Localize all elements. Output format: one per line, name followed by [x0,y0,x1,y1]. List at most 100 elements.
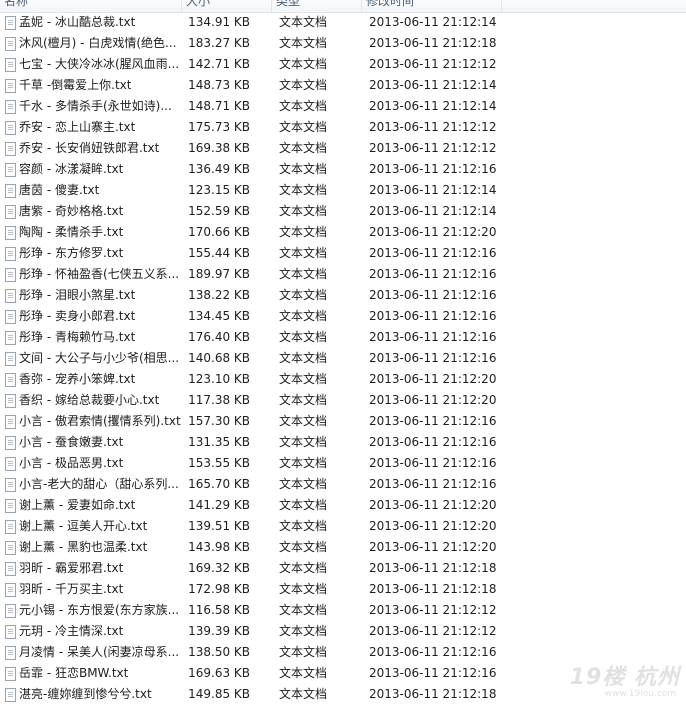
file-name-cell[interactable]: 容颜 - 冰漾凝眸.txt [0,159,182,180]
file-name[interactable]: 月凌情 - 呆美人(闲妻凉母系... [19,642,179,663]
file-name-cell[interactable]: 乔安 - 恋上山寨主.txt [0,117,182,138]
file-name[interactable]: 彤琤 - 卖身小郎君.txt [19,306,135,327]
file-row[interactable]: 小言 - 极品恶男.txt 153.55 KB 文本文档 2013-06-11 21:… [0,453,686,474]
file-row[interactable]: 彤琤 - 东方修罗.txt 155.44 KB 文本文档 2013-06-11 21:… [0,243,686,264]
file-row[interactable]: 湛亮-缠妳缠到惨兮兮.txt 149.85 KB 文本文档 2013-06-11 21… [0,684,686,705]
file-name[interactable]: 七宝 - 大侠冷冰冰(腥风血雨... [19,54,179,75]
file-name-cell[interactable]: 小言 - 蚕食嫩妻.txt [0,432,182,453]
file-row[interactable]: 沐风(檀月) - 白虎戏情(绝色... 183.27 KB 文本文档 2013-06-… [0,33,686,54]
file-row[interactable]: 乔安 - 长安俏妞铁郎君.txt 169.38 KB 文本文档 2013-06-11 … [0,138,686,159]
file-name[interactable]: 乔安 - 恋上山寨主.txt [19,117,135,138]
column-header-name[interactable]: 名称 [0,0,182,12]
file-name-cell[interactable]: 彤琤 - 东方修罗.txt [0,243,182,264]
file-name-cell[interactable]: 陶陶 - 柔情杀手.txt [0,222,182,243]
file-name[interactable]: 小言 - 蚕食嫩妻.txt [19,432,123,453]
file-name-cell[interactable]: 小言 - 傲君索情(攫情系列).txt [0,411,182,432]
file-row[interactable]: 小言-老大的甜心（甜心系列... 165.70 KB 文本文档 2013-06-11 … [0,474,686,495]
file-name-cell[interactable]: 彤琤 - 怀袖盈香(七侠五义系... [0,264,182,285]
file-name-cell[interactable]: 元玥 - 冷主情深.txt [0,621,182,642]
file-name-cell[interactable]: 羽昕 - 霸爱邪君.txt [0,558,182,579]
file-name-cell[interactable]: 彤琤 - 青梅赖竹马.txt [0,327,182,348]
file-row[interactable]: 彤琤 - 卖身小郎君.txt 134.45 KB 文本文档 2013-06-11 21… [0,306,686,327]
file-row[interactable]: 唐茵 - 傻妻.txt 123.15 KB 文本文档 2013-06-11 21:12… [0,180,686,201]
column-header-date[interactable]: 修改时间 [362,0,502,12]
file-row[interactable]: 容颜 - 冰漾凝眸.txt 136.49 KB 文本文档 2013-06-11 21:… [0,159,686,180]
file-name-cell[interactable]: 羽昕 - 千万买主.txt [0,579,182,600]
file-name[interactable]: 羽昕 - 霸爱邪君.txt [19,558,123,579]
file-name[interactable]: 谢上薰 - 逗美人开心.txt [19,516,147,537]
file-name[interactable]: 彤琤 - 泪眼小煞星.txt [19,285,135,306]
column-header-type[interactable]: 类型 [272,0,362,12]
file-name[interactable]: 元玥 - 冷主情深.txt [19,621,123,642]
file-name[interactable]: 元小锡 - 东方恨爱(东方家族... [19,600,179,621]
file-name[interactable]: 谢上薰 - 黑豹也温柔.txt [19,537,147,558]
file-row[interactable]: 彤琤 - 青梅赖竹马.txt 176.40 KB 文本文档 2013-06-11 21… [0,327,686,348]
file-name-cell[interactable]: 元小锡 - 东方恨爱(东方家族... [0,600,182,621]
file-name-cell[interactable]: 彤琤 - 泪眼小煞星.txt [0,285,182,306]
file-name[interactable]: 容颜 - 冰漾凝眸.txt [19,159,123,180]
file-row[interactable]: 千草 -倒霉爱上你.txt 148.73 KB 文本文档 2013-06-11 21:… [0,75,686,96]
file-name[interactable]: 彤琤 - 怀袖盈香(七侠五义系... [19,264,179,285]
file-name[interactable]: 千草 -倒霉爱上你.txt [19,75,131,96]
file-name-cell[interactable]: 七宝 - 大侠冷冰冰(腥风血雨... [0,54,182,75]
file-name[interactable]: 沐风(檀月) - 白虎戏情(绝色... [19,33,176,54]
file-row[interactable]: 香弥 - 宠养小笨婢.txt 123.10 KB 文本文档 2013-06-11 21… [0,369,686,390]
file-row[interactable]: 陶陶 - 柔情杀手.txt 170.66 KB 文本文档 2013-06-11 21:… [0,222,686,243]
file-row[interactable]: 岳霏 - 狂恋BMW.txt 169.63 KB 文本文档 2013-06-11 21… [0,663,686,684]
file-name-cell[interactable]: 谢上薰 - 黑豹也温柔.txt [0,537,182,558]
file-row[interactable]: 孟妮 - 冰山酷总裁.txt 134.91 KB 文本文档 2013-06-11 21… [0,12,686,33]
file-row[interactable]: 乔安 - 恋上山寨主.txt 175.73 KB 文本文档 2013-06-11 21… [0,117,686,138]
file-name[interactable]: 香织 - 嫁给总裁要小心.txt [19,390,159,411]
file-name-cell[interactable]: 香弥 - 宠养小笨婢.txt [0,369,182,390]
file-name[interactable]: 文间 - 大公子与小少爷(相思... [19,348,179,369]
file-name-cell[interactable]: 唐紫 - 奇妙格格.txt [0,201,182,222]
file-name-cell[interactable]: 孟妮 - 冰山酷总裁.txt [0,12,182,33]
file-row[interactable]: 月凌情 - 呆美人(闲妻凉母系... 138.50 KB 文本文档 2013-06-1… [0,642,686,663]
file-name-cell[interactable]: 沐风(檀月) - 白虎戏情(绝色... [0,33,182,54]
file-name-cell[interactable]: 千草 -倒霉爱上你.txt [0,75,182,96]
file-name-cell[interactable]: 岳霏 - 狂恋BMW.txt [0,663,182,684]
file-row[interactable]: 小言 - 傲君索情(攫情系列).txt 157.30 KB 文本文档 2013-06-… [0,411,686,432]
file-row[interactable]: 谢上薰 - 逗美人开心.txt 139.51 KB 文本文档 2013-06-11 2… [0,516,686,537]
file-name-cell[interactable]: 文间 - 大公子与小少爷(相思... [0,348,182,369]
file-row[interactable]: 元小锡 - 东方恨爱(东方家族... 116.58 KB 文本文档 2013-06-1… [0,600,686,621]
file-name[interactable]: 小言 - 极品恶男.txt [19,453,123,474]
file-name[interactable]: 千水 - 多情杀手(永世如诗)... [19,96,172,117]
file-name[interactable]: 彤琤 - 东方修罗.txt [19,243,123,264]
file-name[interactable]: 谢上薰 - 爱妻如命.txt [19,495,135,516]
file-name[interactable]: 乔安 - 长安俏妞铁郎君.txt [19,138,159,159]
file-name-cell[interactable]: 唐茵 - 傻妻.txt [0,180,182,201]
file-name-cell[interactable]: 谢上薰 - 逗美人开心.txt [0,516,182,537]
file-row[interactable]: 千水 - 多情杀手(永世如诗)... 148.71 KB 文本文档 2013-06-1… [0,96,686,117]
file-row[interactable]: 七宝 - 大侠冷冰冰(腥风血雨... 142.71 KB 文本文档 2013-06-1… [0,54,686,75]
file-name-cell[interactable]: 月凌情 - 呆美人(闲妻凉母系... [0,642,182,663]
file-name-cell[interactable]: 谢上薰 - 爱妻如命.txt [0,495,182,516]
file-name-cell[interactable]: 香织 - 嫁给总裁要小心.txt [0,390,182,411]
file-row[interactable]: 彤琤 - 泪眼小煞星.txt 138.22 KB 文本文档 2013-06-11 21… [0,285,686,306]
file-row[interactable]: 元玥 - 冷主情深.txt 139.39 KB 文本文档 2013-06-11 21:… [0,621,686,642]
file-row[interactable]: 谢上薰 - 爱妻如命.txt 141.29 KB 文本文档 2013-06-11 21… [0,495,686,516]
file-row[interactable]: 谢上薰 - 黑豹也温柔.txt 143.98 KB 文本文档 2013-06-11 2… [0,537,686,558]
column-header-size[interactable]: 大小 [182,0,272,12]
file-name[interactable]: 岳霏 - 狂恋BMW.txt [19,663,128,684]
file-name-cell[interactable]: 湛亮-缠妳缠到惨兮兮.txt [0,684,182,705]
file-name[interactable]: 羽昕 - 千万买主.txt [19,579,123,600]
file-row[interactable]: 小言 - 蚕食嫩妻.txt 131.35 KB 文本文档 2013-06-11 21:… [0,432,686,453]
file-row[interactable]: 彤琤 - 怀袖盈香(七侠五义系... 189.97 KB 文本文档 2013-06-1… [0,264,686,285]
file-name[interactable]: 彤琤 - 青梅赖竹马.txt [19,327,135,348]
file-name-cell[interactable]: 千水 - 多情杀手(永世如诗)... [0,96,182,117]
file-name[interactable]: 陶陶 - 柔情杀手.txt [19,222,123,243]
file-name[interactable]: 湛亮-缠妳缠到惨兮兮.txt [19,684,152,705]
file-name-cell[interactable]: 小言-老大的甜心（甜心系列... [0,474,182,495]
file-name[interactable]: 小言-老大的甜心（甜心系列... [19,474,179,495]
file-row[interactable]: 羽昕 - 千万买主.txt 172.98 KB 文本文档 2013-06-11 21:… [0,579,686,600]
file-name[interactable]: 香弥 - 宠养小笨婢.txt [19,369,135,390]
file-name[interactable]: 孟妮 - 冰山酷总裁.txt [19,12,135,33]
file-name[interactable]: 唐茵 - 傻妻.txt [19,180,99,201]
file-name[interactable]: 唐紫 - 奇妙格格.txt [19,201,123,222]
file-name-cell[interactable]: 乔安 - 长安俏妞铁郎君.txt [0,138,182,159]
file-name-cell[interactable]: 彤琤 - 卖身小郎君.txt [0,306,182,327]
file-row[interactable]: 香织 - 嫁给总裁要小心.txt 117.38 KB 文本文档 2013-06-11 … [0,390,686,411]
file-name-cell[interactable]: 小言 - 极品恶男.txt [0,453,182,474]
file-row[interactable]: 唐紫 - 奇妙格格.txt 152.59 KB 文本文档 2013-06-11 21:… [0,201,686,222]
